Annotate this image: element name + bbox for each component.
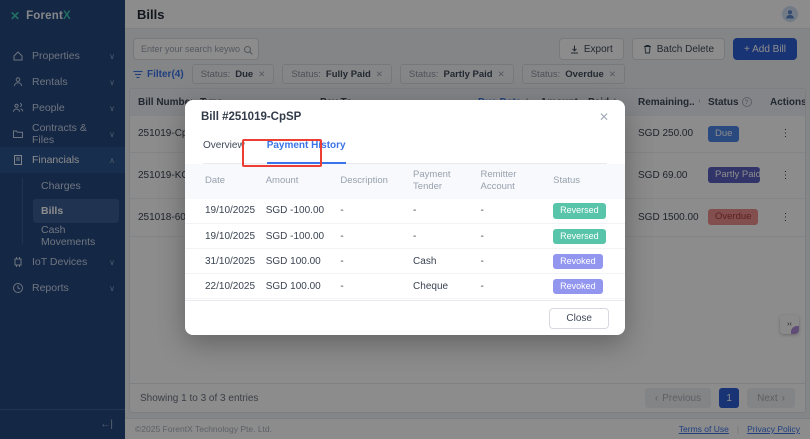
modal-header: Bill #251019-CpSP ✕ (185, 100, 625, 134)
close-icon[interactable]: ✕ (599, 110, 609, 124)
payment-status-badge: Revoked (553, 279, 603, 294)
payment-status-badge: Revoked (553, 254, 603, 269)
col-date: Date (185, 164, 260, 199)
payment-history-table: Date Amount Description Payment Tender R… (185, 164, 625, 299)
app-screen: ✕ ForentX Properties ∨ Rentals ∨ People … (0, 0, 810, 439)
modal-tabs: Overview Payment History (203, 134, 607, 164)
col-status: Status (547, 164, 625, 199)
bill-detail-modal: Bill #251019-CpSP ✕ Overview Payment His… (185, 100, 625, 335)
col-description: Description (334, 164, 407, 199)
close-button[interactable]: Close (549, 308, 609, 329)
tab-payment-history[interactable]: Payment History (267, 134, 346, 164)
col-amount: Amount (260, 164, 335, 199)
payment-row: 19/10/2025 SGD -100.00 - - - Reversed (185, 224, 625, 249)
col-remitter-account: Remitter Account (474, 164, 547, 199)
payment-status-badge: Reversed (553, 229, 606, 244)
payment-row: 22/10/2025 SGD 100.00 - Cheque - Revoked (185, 274, 625, 299)
payment-status-badge: Reversed (553, 203, 606, 218)
tab-overview[interactable]: Overview (203, 134, 245, 163)
modal-footer: Close (185, 300, 625, 335)
col-payment-tender: Payment Tender (407, 164, 474, 199)
payment-row: 31/10/2025 SGD 100.00 - Cash - Revoked (185, 249, 625, 274)
payment-row: 19/10/2025 SGD -100.00 - - - Reversed (185, 199, 625, 224)
modal-title: Bill #251019-CpSP (201, 111, 301, 123)
